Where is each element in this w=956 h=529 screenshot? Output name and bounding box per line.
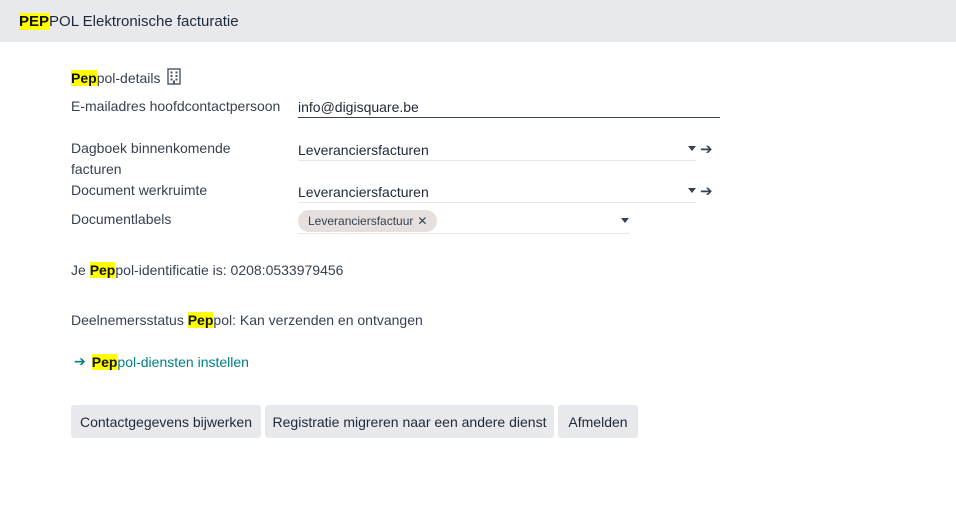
peppol-setup-link[interactable]: ➔ Peppol-diensten instellen xyxy=(74,353,249,370)
peppol-identification: Je Peppol-identificatie is: 0208:0533979… xyxy=(71,262,343,278)
status-text: pol: Kan verzenden en ontvangen xyxy=(213,312,423,328)
arrow-right-icon: ➔ xyxy=(74,353,86,369)
chevron-down-icon xyxy=(621,218,629,223)
tag-label: Leveranciersfactuur xyxy=(308,213,414,228)
unsubscribe-button[interactable]: Afmelden xyxy=(558,405,638,438)
arrow-right-icon[interactable]: ➔ xyxy=(700,182,713,200)
email-value: info@digisquare.be xyxy=(298,98,419,115)
details-title-text: pol-details xyxy=(96,70,161,86)
header-title-highlight: PEP xyxy=(19,12,50,30)
journal-select[interactable]: Leveranciersfacturen xyxy=(298,139,696,161)
setup-link-highlight: Pep xyxy=(91,353,118,370)
participant-status: Deelnemersstatus Peppol: Kan verzenden e… xyxy=(71,312,423,328)
workspace-label: Document werkruimte xyxy=(71,182,208,198)
tags-input[interactable]: Leveranciersfactuur ✕ xyxy=(298,208,629,234)
email-label: E-mailadres hoofdcontactpersoon xyxy=(71,98,281,114)
journal-value: Leveranciersfacturen xyxy=(298,141,429,158)
building-icon xyxy=(166,68,181,88)
peppol-details-title: Peppol-details xyxy=(71,68,181,88)
setup-link-text: pol-diensten instellen xyxy=(117,353,249,370)
identification-prefix: Je xyxy=(71,262,90,278)
section-header: PEP POL Elektronische facturatie xyxy=(0,0,956,42)
status-highlight: Pep xyxy=(187,312,214,328)
header-title: POL Elektronische facturatie xyxy=(49,12,239,30)
update-contact-button[interactable]: Contactgegevens bijwerken xyxy=(71,405,261,438)
chevron-down-icon xyxy=(688,188,696,193)
status-prefix: Deelnemersstatus xyxy=(71,312,188,328)
workspace-select[interactable]: Leveranciersfacturen xyxy=(298,181,696,203)
tags-label: Documentlabels xyxy=(71,211,172,227)
details-title-highlight: Pep xyxy=(71,70,97,86)
email-field[interactable]: info@digisquare.be xyxy=(298,96,720,118)
close-icon[interactable]: ✕ xyxy=(417,214,427,228)
chevron-down-icon xyxy=(688,146,696,151)
journal-label: Dagboek binnenkomende facturen xyxy=(71,140,231,177)
migrate-registration-button[interactable]: Registratie migreren naar een andere die… xyxy=(265,405,554,438)
identification-text: pol-identificatie is: 0208:0533979456 xyxy=(115,262,344,278)
identification-highlight: Pep xyxy=(89,262,116,278)
tag-badge: Leveranciersfactuur ✕ xyxy=(298,209,438,232)
workspace-value: Leveranciersfacturen xyxy=(298,183,429,200)
arrow-right-icon[interactable]: ➔ xyxy=(700,140,713,158)
